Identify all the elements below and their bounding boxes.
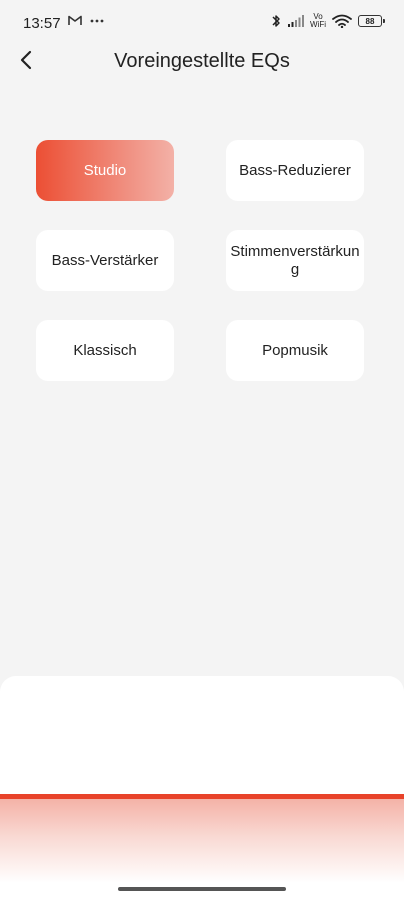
preset-bass-booster-button[interactable]: Bass-Verstärker — [36, 230, 174, 291]
preset-voice-boost-button[interactable]: Stimmenverstärkung — [226, 230, 364, 291]
wifi-icon — [332, 14, 352, 28]
home-indicator[interactable] — [118, 887, 286, 891]
bluetooth-icon — [270, 13, 282, 29]
preset-classical-button[interactable]: Klassisch — [36, 320, 174, 381]
preset-bass-reducer-button[interactable]: Bass-Reduzierer — [226, 140, 364, 201]
vowifi-bottom-label: WiFi — [310, 20, 326, 29]
header: Voreingestellte EQs — [0, 40, 404, 82]
preset-grid: Studio Bass-Reduzierer Bass-Verstärker S… — [36, 140, 364, 381]
screen: 13:57 Vo WiFi 88 Voreingestellte EQs Stu… — [0, 0, 404, 900]
status-right-icons: Vo WiFi 88 — [270, 13, 385, 29]
signal-icon — [288, 15, 304, 27]
preset-pop-button[interactable]: Popmusik — [226, 320, 364, 381]
bottom-gradient — [0, 799, 404, 883]
page-title: Voreingestellte EQs — [114, 50, 290, 72]
status-time: 13:57 — [23, 15, 61, 32]
gmail-icon — [68, 15, 82, 26]
preset-studio-button[interactable]: Studio — [36, 140, 174, 201]
status-left-icons — [68, 15, 104, 26]
more-dots-icon — [90, 19, 104, 23]
vowifi-icon: Vo WiFi — [310, 13, 326, 29]
battery-icon: 88 — [358, 15, 385, 27]
